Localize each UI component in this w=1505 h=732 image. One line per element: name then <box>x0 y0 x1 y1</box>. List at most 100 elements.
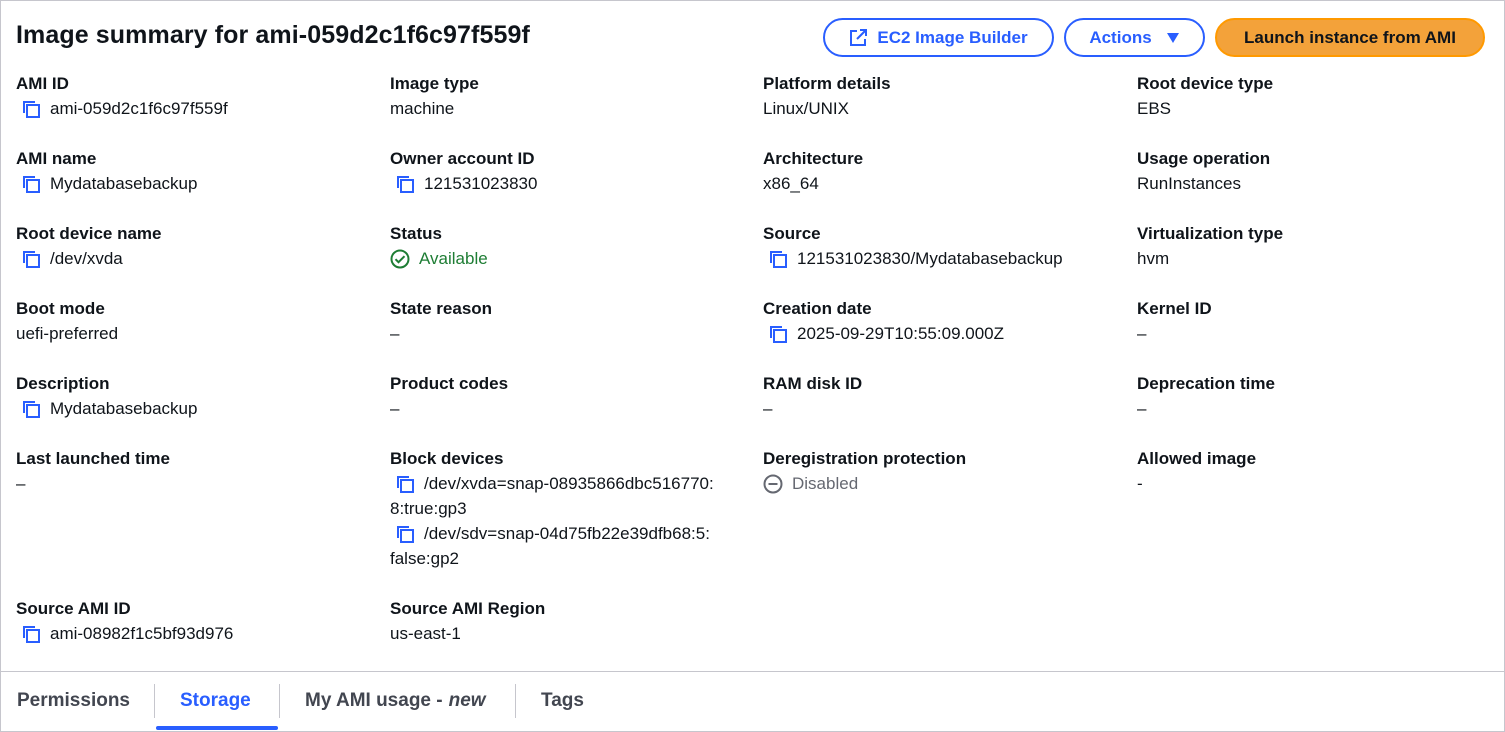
copy-icon[interactable] <box>21 399 41 419</box>
status-value: Available <box>419 249 488 268</box>
field-label: RAM disk ID <box>763 374 863 393</box>
launch-instance-label: Launch instance from AMI <box>1244 27 1456 47</box>
field-label: Block devices <box>390 449 504 468</box>
disabled-circle-icon <box>763 474 783 494</box>
copy-icon[interactable] <box>395 474 415 494</box>
field-label: Source AMI ID <box>16 599 131 618</box>
field-source-ami-region: Source AMI Region us-east-1 <box>390 599 545 646</box>
field-virtualization-type: Virtualization type hvm <box>1137 224 1283 271</box>
field-source-ami-id: Source AMI ID ami-08982f1c5bf93d976 <box>16 599 233 646</box>
field-block-devices: Block devices /dev/xvda=snap-08935866dbc… <box>390 449 750 571</box>
field-value: – <box>390 324 400 343</box>
deregistration-value: Disabled <box>792 474 859 493</box>
field-label: Last launched time <box>16 449 170 468</box>
field-value: – <box>16 474 26 493</box>
copy-icon[interactable] <box>395 524 415 544</box>
field-usage-operation: Usage operation RunInstances <box>1137 149 1270 196</box>
field-label: Image type <box>390 74 479 93</box>
copy-icon[interactable] <box>21 174 41 194</box>
page-title: Image summary for ami-059d2c1f6c97f559f <box>16 21 530 49</box>
tab-label: My AMI usage - <box>305 690 443 711</box>
field-value: – <box>763 399 773 418</box>
copy-icon[interactable] <box>395 174 415 194</box>
field-architecture: Architecture x86_64 <box>763 149 863 196</box>
field-source: Source 121531023830/Mydatabasebackup <box>763 224 1063 271</box>
field-label: Status <box>390 224 442 243</box>
copy-icon[interactable] <box>21 249 41 269</box>
field-value: 121531023830 <box>424 174 538 193</box>
field-state-reason: State reason – <box>390 299 492 346</box>
field-value: EBS <box>1137 99 1172 118</box>
actions-label: Actions <box>1089 27 1152 47</box>
block-device-line: 8:true:gp3 <box>390 499 467 518</box>
field-value: ami-08982f1c5bf93d976 <box>50 624 234 643</box>
field-label: Description <box>16 374 110 393</box>
field-value: Linux/UNIX <box>763 99 849 118</box>
field-value: /dev/xvda <box>50 249 123 268</box>
field-value: ami-059d2c1f6c97f559f <box>50 99 228 118</box>
field-value: uefi-preferred <box>16 324 119 343</box>
tab-label: Storage <box>180 690 251 711</box>
image-summary-panel: Image summary for ami-059d2c1f6c97f559f … <box>0 0 1505 732</box>
tab-my-ami-usage[interactable]: My AMI usage - new <box>305 672 486 730</box>
field-ami-id: AMI ID ami-059d2c1f6c97f559f <box>16 74 228 121</box>
field-product-codes: Product codes – <box>390 374 508 421</box>
field-ami-name: AMI name Mydatabasebackup <box>16 149 197 196</box>
tab-separator <box>154 684 155 718</box>
copy-icon[interactable] <box>768 324 788 344</box>
launch-instance-button[interactable]: Launch instance from AMI <box>1215 18 1485 57</box>
field-label: Source <box>763 224 821 243</box>
field-root-device-name: Root device name /dev/xvda <box>16 224 162 271</box>
field-label: Kernel ID <box>1137 299 1212 318</box>
field-value: machine <box>390 99 455 118</box>
new-badge: new <box>448 690 486 711</box>
field-label: Allowed image <box>1137 449 1257 468</box>
active-tab-indicator <box>156 726 278 730</box>
field-label: Usage operation <box>1137 149 1271 168</box>
field-label: Virtualization type <box>1137 224 1284 243</box>
field-allowed-image: Allowed image - <box>1137 449 1256 496</box>
ec2-image-builder-label: EC2 Image Builder <box>877 27 1028 47</box>
field-last-launched-time: Last launched time – <box>16 449 170 496</box>
external-link-icon <box>849 28 868 47</box>
field-label: Source AMI Region <box>390 599 546 618</box>
block-device-line: false:gp2 <box>390 549 459 568</box>
ec2-image-builder-button[interactable]: EC2 Image Builder <box>823 18 1054 57</box>
field-description: Description Mydatabasebackup <box>16 374 197 421</box>
field-creation-date: Creation date 2025-09-29T10:55:09.000Z <box>763 299 1004 346</box>
field-label: AMI ID <box>16 74 69 93</box>
field-deprecation-time: Deprecation time – <box>1137 374 1275 421</box>
field-value: x86_64 <box>763 174 819 193</box>
tab-storage[interactable]: Storage <box>180 672 251 730</box>
field-value: RunInstances <box>1137 174 1241 193</box>
tab-permissions[interactable]: Permissions <box>17 672 130 730</box>
field-kernel-id: Kernel ID – <box>1137 299 1212 346</box>
caret-down-icon <box>1166 32 1180 44</box>
tab-separator <box>279 684 280 718</box>
field-label: Root device name <box>16 224 162 243</box>
field-label: Architecture <box>763 149 864 168</box>
check-circle-icon <box>390 249 410 269</box>
copy-icon[interactable] <box>21 624 41 644</box>
field-label: Creation date <box>763 299 872 318</box>
field-deregistration-protection: Deregistration protection Disabled <box>763 449 966 496</box>
field-value: 121531023830/Mydatabasebackup <box>797 249 1063 268</box>
field-value: Mydatabasebackup <box>50 399 198 418</box>
tab-label: Tags <box>541 690 584 711</box>
block-device-line: /dev/xvda=snap-08935866dbc516770: <box>424 474 714 493</box>
field-label: Deregistration protection <box>763 449 967 468</box>
field-value: - <box>1137 474 1143 493</box>
tab-tags[interactable]: Tags <box>541 672 584 730</box>
field-value: us-east-1 <box>390 624 461 643</box>
field-label: AMI name <box>16 149 97 168</box>
copy-icon[interactable] <box>21 99 41 119</box>
field-value: 2025-09-29T10:55:09.000Z <box>797 324 1004 343</box>
field-value: – <box>1137 324 1147 343</box>
field-root-device-type: Root device type EBS <box>1137 74 1273 121</box>
field-label: State reason <box>390 299 493 318</box>
field-platform-details: Platform details Linux/UNIX <box>763 74 891 121</box>
actions-dropdown-button[interactable]: Actions <box>1064 18 1205 57</box>
copy-icon[interactable] <box>768 249 788 269</box>
field-value: hvm <box>1137 249 1170 268</box>
field-value: Mydatabasebackup <box>50 174 198 193</box>
